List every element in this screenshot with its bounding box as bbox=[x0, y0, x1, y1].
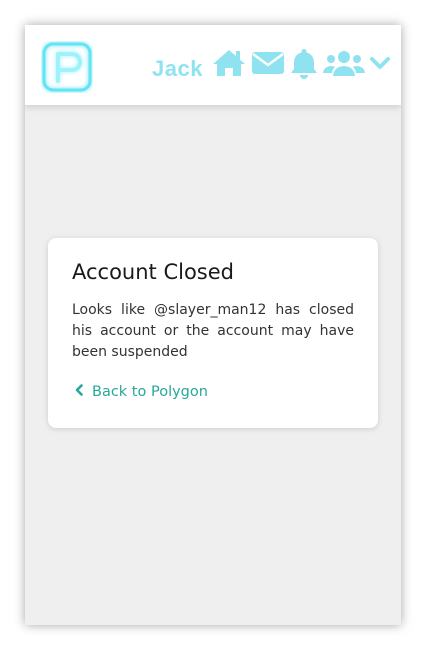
mail-icon[interactable] bbox=[251, 49, 285, 77]
polygon-logo[interactable] bbox=[41, 41, 93, 93]
users-icon[interactable] bbox=[323, 48, 365, 78]
user-name-link[interactable]: Jack bbox=[152, 56, 203, 82]
user-nav: Jack bbox=[152, 43, 391, 83]
bell-icon[interactable] bbox=[289, 47, 319, 79]
card-title: Account Closed bbox=[72, 260, 235, 284]
home-icon[interactable] bbox=[211, 48, 247, 78]
app-window: Jack Account Closed Looks like @slayer_m… bbox=[25, 25, 401, 625]
back-link-label: Back to Polygon bbox=[92, 384, 208, 400]
chevron-down-icon[interactable] bbox=[369, 53, 391, 73]
chevron-left-icon bbox=[74, 384, 84, 400]
back-to-polygon-link[interactable]: Back to Polygon bbox=[74, 384, 208, 400]
top-navigation-bar: Jack bbox=[25, 25, 401, 105]
card-message: Looks like @slayer_man12 has closed his … bbox=[72, 302, 354, 360]
account-closed-card: Account Closed Looks like @slayer_man12 … bbox=[48, 238, 378, 428]
